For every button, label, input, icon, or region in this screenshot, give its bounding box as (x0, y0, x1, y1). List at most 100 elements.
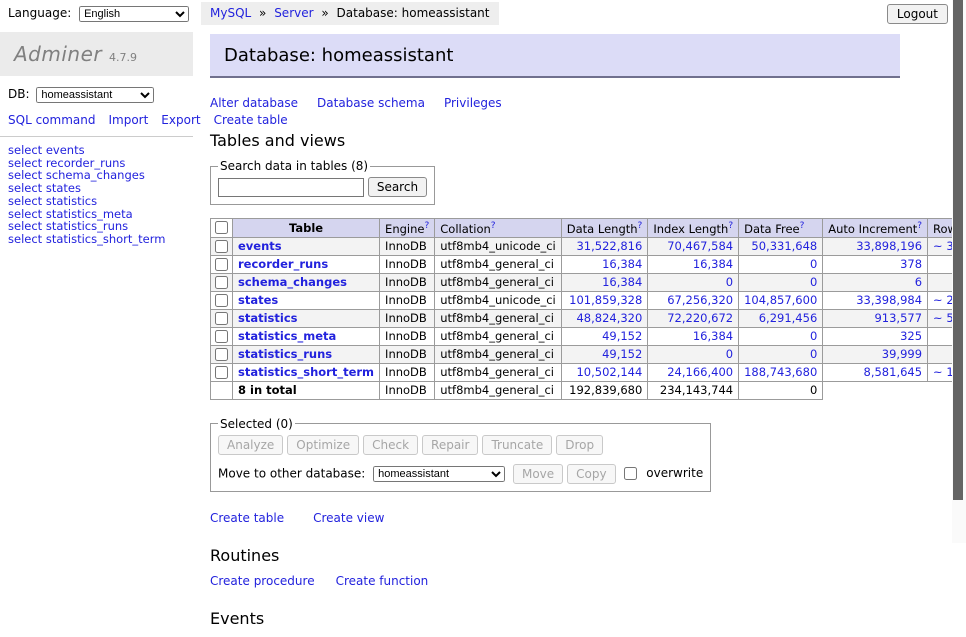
page-link-privileges[interactable]: Privileges (444, 96, 502, 110)
data-free-link[interactable]: 104,857,600 (744, 293, 817, 307)
create-procedure-link[interactable]: Create procedure (210, 574, 315, 588)
data-length-link[interactable]: 16,384 (602, 257, 642, 271)
sidebar-action-export[interactable]: Export (161, 113, 200, 127)
create-view-link[interactable]: Create view (313, 511, 384, 525)
index-length-link[interactable]: 70,467,584 (667, 239, 733, 253)
index-length-cell: 0 (648, 345, 739, 363)
column-header-auto-increment: Auto Increment? (823, 219, 928, 238)
index-length-link[interactable]: 72,220,672 (667, 311, 733, 325)
data-length-link[interactable]: 101,859,328 (569, 293, 642, 307)
row-checkbox[interactable] (215, 366, 228, 379)
index-length-link[interactable]: 67,256,320 (667, 293, 733, 307)
auto-increment-link[interactable]: 39,999 (882, 347, 922, 361)
auto-increment-link[interactable]: 913,577 (874, 311, 922, 325)
sidebar-select-link[interactable]: select statistics (8, 195, 193, 208)
move-button[interactable]: Move (513, 464, 563, 484)
data-free-link[interactable]: 0 (810, 275, 817, 289)
row-checkbox[interactable] (215, 312, 228, 325)
index-length-link[interactable]: 24,166,400 (667, 365, 733, 379)
data-free-link[interactable]: 0 (810, 257, 817, 271)
create-function-link[interactable]: Create function (336, 574, 429, 588)
truncate-button[interactable]: Truncate (482, 435, 552, 455)
breadcrumb-link-server[interactable]: Server (274, 6, 313, 20)
events-heading: Events (210, 609, 900, 628)
row-checkbox[interactable] (215, 294, 228, 307)
logout-button[interactable]: Logout (887, 4, 948, 24)
auto-increment-link[interactable]: 6 (915, 275, 922, 289)
overwrite-label: overwrite (646, 466, 703, 480)
collation-cell: utf8mb4_unicode_ci (435, 291, 562, 309)
sidebar-select-link[interactable]: select states (8, 182, 193, 195)
table-name-link[interactable]: recorder_runs (238, 257, 328, 271)
scrollbar-thumb[interactable] (953, 0, 963, 500)
search-input[interactable] (218, 178, 364, 197)
row-checkbox[interactable] (215, 276, 228, 289)
routines-heading: Routines (210, 546, 900, 565)
help-link[interactable]: ? (491, 221, 496, 231)
overwrite-checkbox[interactable] (624, 467, 637, 480)
vertical-scrollbar[interactable] (952, 0, 966, 543)
copy-button[interactable]: Copy (567, 464, 615, 484)
repair-button[interactable]: Repair (422, 435, 478, 455)
selected-fieldset: Selected (0) AnalyzeOptimizeCheckRepairT… (210, 417, 711, 492)
index-length-link[interactable]: 0 (726, 347, 733, 361)
data-length-link[interactable]: 31,522,816 (576, 239, 642, 253)
row-checkbox[interactable] (215, 240, 228, 253)
table-name-link[interactable]: statistics (238, 311, 298, 325)
help-link[interactable]: ? (728, 221, 733, 231)
auto-increment-link[interactable]: 8,581,645 (864, 365, 923, 379)
check-button[interactable]: Check (363, 435, 418, 455)
data-free-link[interactable]: 6,291,456 (759, 311, 818, 325)
data-length-link[interactable]: 49,152 (602, 347, 642, 361)
data-length-cell: 49,152 (561, 327, 648, 345)
analyze-button[interactable]: Analyze (218, 435, 283, 455)
sidebar-select-link[interactable]: select statistics_short_term (8, 233, 193, 246)
auto-increment-link[interactable]: 325 (900, 329, 922, 343)
breadcrumb-link-mysql[interactable]: MySQL (210, 6, 251, 20)
page-link-alter-database[interactable]: Alter database (210, 96, 298, 110)
data-free-link[interactable]: 188,743,680 (744, 365, 817, 379)
data-length-link[interactable]: 16,384 (602, 275, 642, 289)
index-length-link[interactable]: 0 (726, 275, 733, 289)
data-length-link[interactable]: 48,824,320 (576, 311, 642, 325)
total-index-length-cell: 234,143,744 (648, 381, 739, 399)
table-name-link[interactable]: states (238, 293, 278, 307)
help-link[interactable]: ? (638, 221, 643, 231)
sidebar-action-sql-command[interactable]: SQL command (8, 113, 95, 127)
data-free-link[interactable]: 0 (810, 329, 817, 343)
table-name-link[interactable]: statistics_meta (238, 329, 336, 343)
auto-increment-cell: 913,577 (823, 309, 928, 327)
optimize-button[interactable]: Optimize (287, 435, 359, 455)
data-free-link[interactable]: 50,331,648 (751, 239, 817, 253)
row-checkbox[interactable] (215, 348, 228, 361)
help-link[interactable]: ? (424, 221, 429, 231)
help-link[interactable]: ? (917, 221, 922, 231)
index-length-link[interactable]: 16,384 (693, 257, 733, 271)
move-db-select[interactable]: homeassistant (373, 466, 505, 482)
data-length-link[interactable]: 10,502,144 (576, 365, 642, 379)
help-link[interactable]: ? (800, 221, 805, 231)
select-all-checkbox[interactable] (215, 221, 228, 234)
table-name-link[interactable]: schema_changes (238, 275, 347, 289)
language-select[interactable]: English (79, 6, 189, 22)
table-name-link[interactable]: statistics_short_term (238, 365, 374, 379)
drop-button[interactable]: Drop (556, 435, 603, 455)
page-link-database-schema[interactable]: Database schema (317, 96, 425, 110)
total-empty-cell (211, 381, 233, 399)
db-select[interactable]: homeassistant (36, 87, 154, 103)
table-name-cell: statistics_short_term (233, 363, 380, 381)
row-checkbox[interactable] (215, 258, 228, 271)
auto-increment-link[interactable]: 378 (900, 257, 922, 271)
auto-increment-link[interactable]: 33,398,984 (856, 293, 922, 307)
sidebar-action-import[interactable]: Import (108, 113, 148, 127)
search-button[interactable]: Search (368, 177, 427, 197)
data-free-link[interactable]: 0 (810, 347, 817, 361)
create-table-link[interactable]: Create table (210, 511, 284, 525)
row-checkbox[interactable] (215, 330, 228, 343)
data-length-link[interactable]: 49,152 (602, 329, 642, 343)
index-length-link[interactable]: 16,384 (693, 329, 733, 343)
auto-increment-link[interactable]: 33,898,196 (856, 239, 922, 253)
table-name-link[interactable]: statistics_runs (238, 347, 332, 361)
sidebar-select-link[interactable]: select events (8, 144, 193, 157)
table-name-link[interactable]: events (238, 239, 282, 253)
